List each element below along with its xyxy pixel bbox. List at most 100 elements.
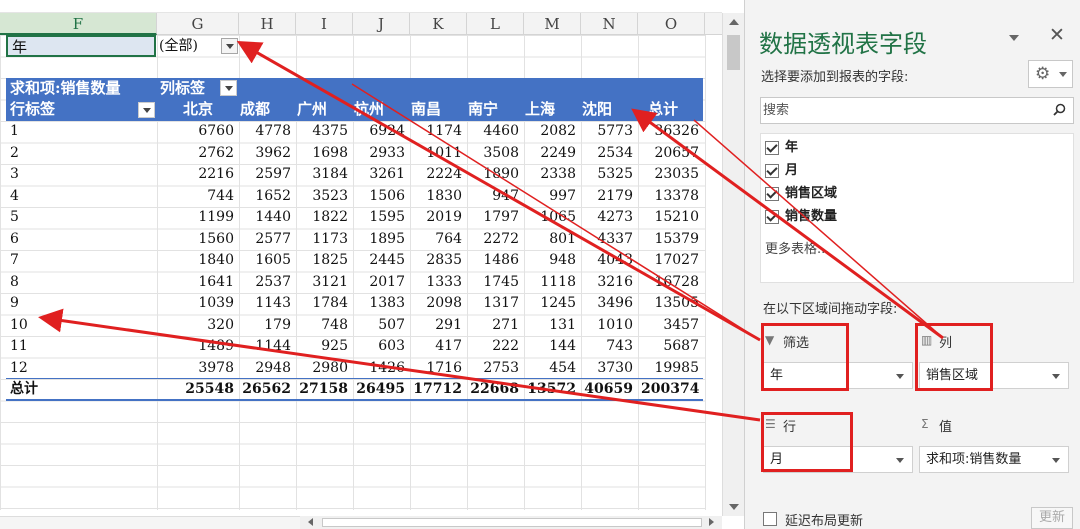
pivot-value-cell[interactable]: 1822 [292, 207, 348, 228]
column-header-i[interactable]: I [296, 13, 353, 35]
pivot-value-cell[interactable]: 2224 [406, 164, 462, 185]
pivot-value-cell[interactable]: 801 [520, 229, 576, 250]
pivot-value-cell[interactable]: 1652 [235, 186, 291, 207]
pivot-value-cell[interactable]: 748 [292, 315, 348, 336]
field-checkbox[interactable] [765, 141, 779, 155]
pivot-value-cell[interactable]: 20657 [643, 143, 699, 164]
values-area-field[interactable]: 求和项:销售数量 [919, 446, 1069, 473]
pivot-total-cell[interactable]: 27158 [290, 379, 348, 400]
pivot-value-cell[interactable]: 1383 [349, 293, 405, 314]
vertical-scrollbar[interactable] [722, 13, 744, 516]
pivot-value-cell[interactable]: 1595 [349, 207, 405, 228]
search-icon[interactable] [1053, 103, 1066, 116]
pivot-value-cell[interactable]: 1830 [406, 186, 462, 207]
pivot-value-cell[interactable]: 454 [520, 358, 576, 379]
pivot-value-cell[interactable]: 1317 [463, 293, 519, 314]
pivot-value-cell[interactable]: 6924 [349, 121, 405, 142]
pivot-value-cell[interactable]: 1890 [463, 164, 519, 185]
pivot-value-cell[interactable]: 2019 [406, 207, 462, 228]
pivot-total-cell[interactable]: 25548 [176, 379, 234, 400]
column-header-n[interactable]: N [581, 13, 638, 35]
pivot-value-cell[interactable]: 1698 [292, 143, 348, 164]
pivot-value-cell[interactable]: 3216 [577, 272, 633, 293]
pivot-value-cell[interactable]: 16728 [643, 272, 699, 293]
pivot-value-cell[interactable]: 23035 [643, 164, 699, 185]
column-header-l[interactable]: L [467, 13, 524, 35]
pivot-value-cell[interactable]: 144 [520, 336, 576, 357]
pivot-value-cell[interactable]: 2980 [292, 358, 348, 379]
pivot-value-cell[interactable]: 2537 [235, 272, 291, 293]
pivot-value-cell[interactable]: 744 [178, 186, 234, 207]
column-header-f[interactable]: F [0, 13, 157, 35]
pivot-value-cell[interactable]: 603 [349, 336, 405, 357]
pivot-value-cell[interactable]: 3496 [577, 293, 633, 314]
pivot-total-cell[interactable]: 26562 [233, 379, 291, 400]
pivot-value-cell[interactable]: 2179 [577, 186, 633, 207]
pivot-value-cell[interactable]: 1010 [577, 315, 633, 336]
filter-field-label[interactable]: 年 [6, 35, 156, 57]
pivot-value-cell[interactable]: 320 [178, 315, 234, 336]
pivot-value-cell[interactable]: 2933 [349, 143, 405, 164]
pivot-value-cell[interactable]: 2216 [178, 164, 234, 185]
pivot-value-cell[interactable]: 3508 [463, 143, 519, 164]
update-button[interactable]: 更新 [1031, 507, 1073, 529]
pivot-value-cell[interactable]: 131 [520, 315, 576, 336]
row-label-dropdown-button[interactable] [138, 102, 155, 118]
pivot-value-cell[interactable]: 1895 [349, 229, 405, 250]
search-input[interactable] [763, 100, 1043, 121]
pivot-value-cell[interactable]: 1039 [178, 293, 234, 314]
column-header-m[interactable]: M [524, 13, 581, 35]
chevron-down-icon[interactable] [896, 458, 904, 463]
pivot-value-cell[interactable]: 4778 [235, 121, 291, 142]
pivot-value-cell[interactable]: 3523 [292, 186, 348, 207]
pivot-value-cell[interactable]: 13378 [643, 186, 699, 207]
pivot-value-cell[interactable]: 1011 [406, 143, 462, 164]
chevron-down-icon[interactable] [1052, 374, 1060, 379]
pivot-value-cell[interactable]: 1118 [520, 272, 576, 293]
close-icon[interactable]: ✕ [1049, 24, 1065, 46]
pivot-value-cell[interactable]: 3730 [577, 358, 633, 379]
gear-icon[interactable]: ⚙ [1028, 60, 1073, 88]
more-tables-link[interactable]: 更多表格... [765, 238, 829, 257]
field-checkbox[interactable] [765, 187, 779, 201]
pane-menu-chevron-icon[interactable] [1007, 32, 1021, 44]
pivot-value-cell[interactable]: 2534 [577, 143, 633, 164]
pivot-value-cell[interactable]: 947 [463, 186, 519, 207]
scroll-down-icon[interactable] [729, 504, 739, 510]
pivot-value-cell[interactable]: 1797 [463, 207, 519, 228]
column-header-k[interactable]: K [410, 13, 467, 35]
vertical-scroll-thumb[interactable] [727, 35, 740, 70]
field-checkbox[interactable] [765, 164, 779, 178]
pivot-value-cell[interactable]: 997 [520, 186, 576, 207]
pivot-value-cell[interactable]: 743 [577, 336, 633, 357]
pivot-value-cell[interactable]: 13505 [643, 293, 699, 314]
pivot-value-cell[interactable]: 1641 [178, 272, 234, 293]
pivot-value-cell[interactable]: 1784 [292, 293, 348, 314]
pivot-value-cell[interactable]: 3184 [292, 164, 348, 185]
pivot-value-cell[interactable]: 1440 [235, 207, 291, 228]
pivot-value-cell[interactable]: 948 [520, 250, 576, 271]
pivot-value-cell[interactable]: 1506 [349, 186, 405, 207]
pivot-total-cell[interactable]: 26495 [347, 379, 405, 400]
pivot-total-cell[interactable]: 200374 [641, 379, 699, 400]
pivot-value-cell[interactable]: 417 [406, 336, 462, 357]
scroll-up-icon[interactable] [729, 19, 739, 25]
pivot-value-cell[interactable]: 5687 [643, 336, 699, 357]
pivot-row-label-cell[interactable]: 10 [10, 315, 28, 336]
pivot-value-cell[interactable]: 1065 [520, 207, 576, 228]
pivot-value-cell[interactable]: 4043 [577, 250, 633, 271]
pivot-value-cell[interactable]: 1333 [406, 272, 462, 293]
column-header-j[interactable]: J [353, 13, 410, 35]
pivot-value-cell[interactable]: 3457 [643, 315, 699, 336]
pivot-total-cell[interactable]: 17712 [404, 379, 462, 400]
pivot-value-cell[interactable]: 1245 [520, 293, 576, 314]
pivot-value-cell[interactable]: 1605 [235, 250, 291, 271]
pivot-total-label[interactable]: 总计 [10, 379, 38, 400]
pivot-row-label-cell[interactable]: 9 [10, 293, 19, 314]
pivot-row-label-cell[interactable]: 3 [10, 164, 19, 185]
pivot-value-cell[interactable]: 2597 [235, 164, 291, 185]
pivot-value-cell[interactable]: 1199 [178, 207, 234, 228]
pivot-value-cell[interactable]: 2753 [463, 358, 519, 379]
pivot-value-cell[interactable]: 15379 [643, 229, 699, 250]
pivot-value-cell[interactable]: 19985 [643, 358, 699, 379]
